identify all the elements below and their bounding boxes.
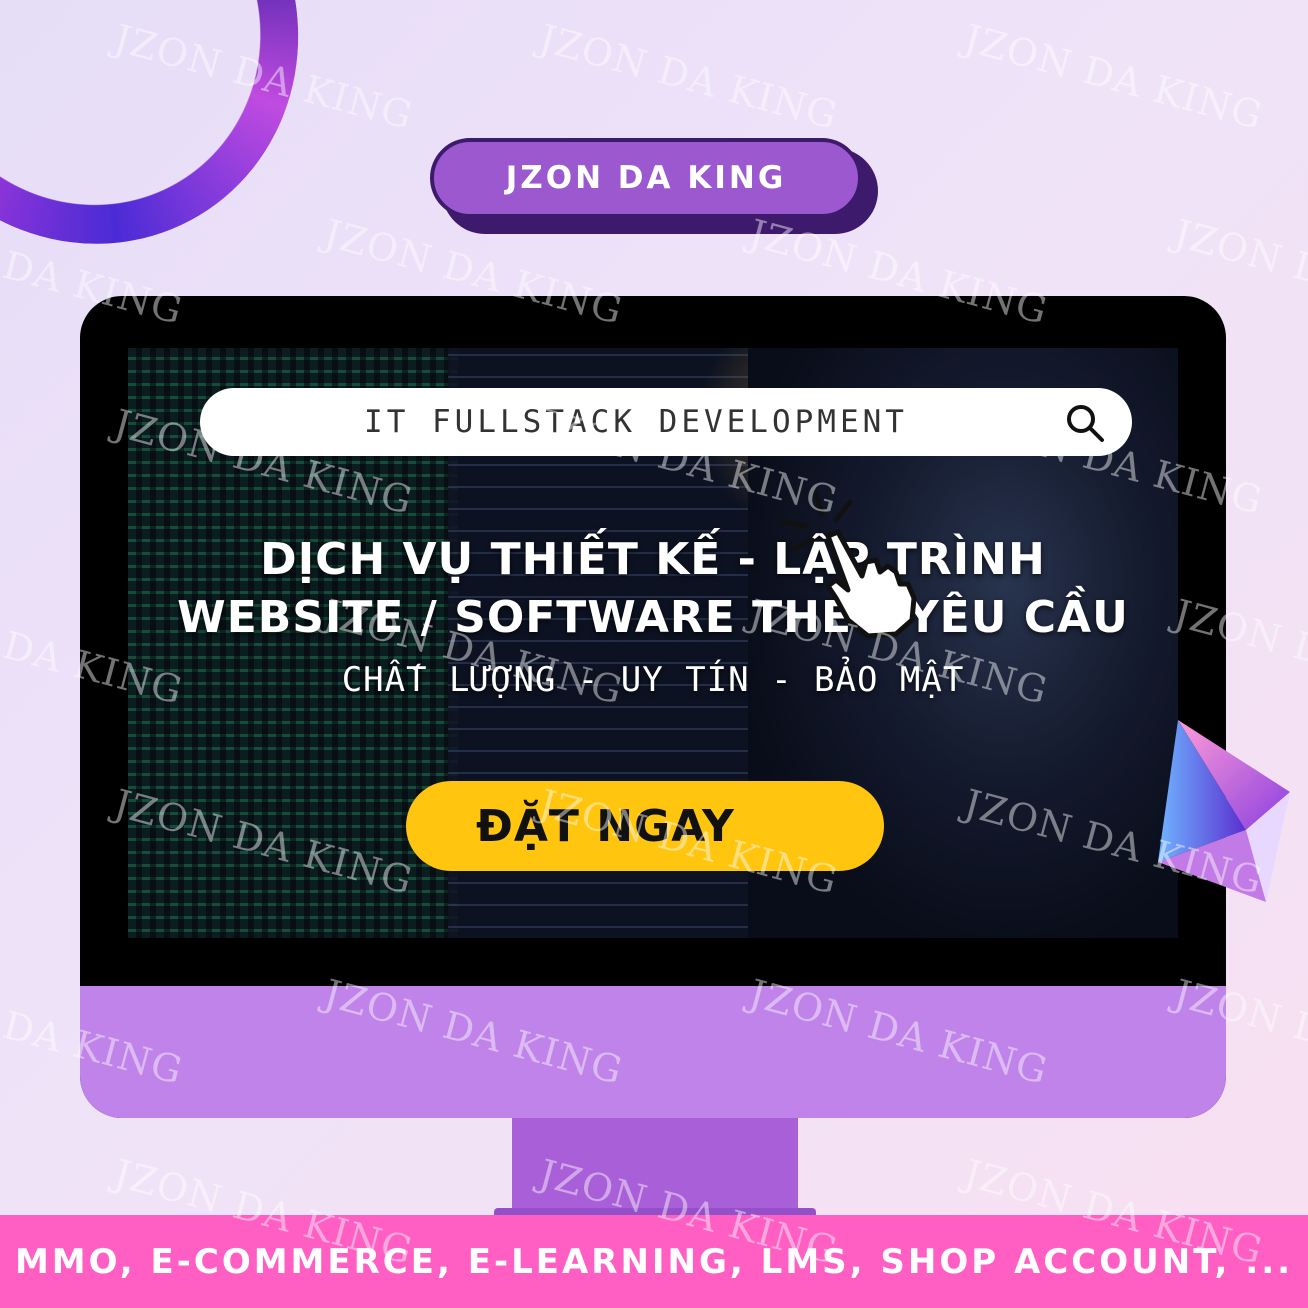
tagline: CHẤT LƯỢNG - UY TÍN - BẢO MẬT: [341, 660, 965, 700]
ring-decoration: [0, 0, 374, 319]
footer-banner: MMO, E-COMMERCE, E-LEARNING, LMS, SHOP A…: [0, 1215, 1308, 1308]
watermark: JZON DA KING: [534, 16, 843, 138]
order-now-label: ĐẶT NGAY: [476, 800, 735, 852]
search-icon[interactable]: [1064, 402, 1106, 444]
search-text: IT FULLSTACK DEVELOPMENT: [364, 404, 908, 440]
monitor-stand: [512, 1112, 798, 1222]
monitor-screen: IT FULLSTACK DEVELOPMENT DỊCH VỤ THIẾT K…: [128, 348, 1178, 938]
headline-line-2: WEBSITE / SOFTWARE THEO YÊU CẦU: [177, 592, 1129, 643]
watermark: JZON DA KING: [959, 16, 1268, 138]
pointer-hand-icon: [779, 491, 917, 638]
headline-line-1: DỊCH VỤ THIẾT KẾ - LẬP TRÌNH: [260, 534, 1046, 585]
monitor-chin: [80, 986, 1226, 1118]
monitor: IT FULLSTACK DEVELOPMENT DỊCH VỤ THIẾT K…: [80, 296, 1226, 1118]
search-bar[interactable]: IT FULLSTACK DEVELOPMENT: [200, 388, 1132, 456]
order-now-button[interactable]: ĐẶT NGAY: [406, 781, 884, 871]
gem-decoration: [1158, 720, 1290, 902]
footer-text: MMO, E-COMMERCE, E-LEARNING, LMS, SHOP A…: [14, 1241, 1294, 1282]
brand-pill: JZON DA KING: [430, 138, 862, 218]
